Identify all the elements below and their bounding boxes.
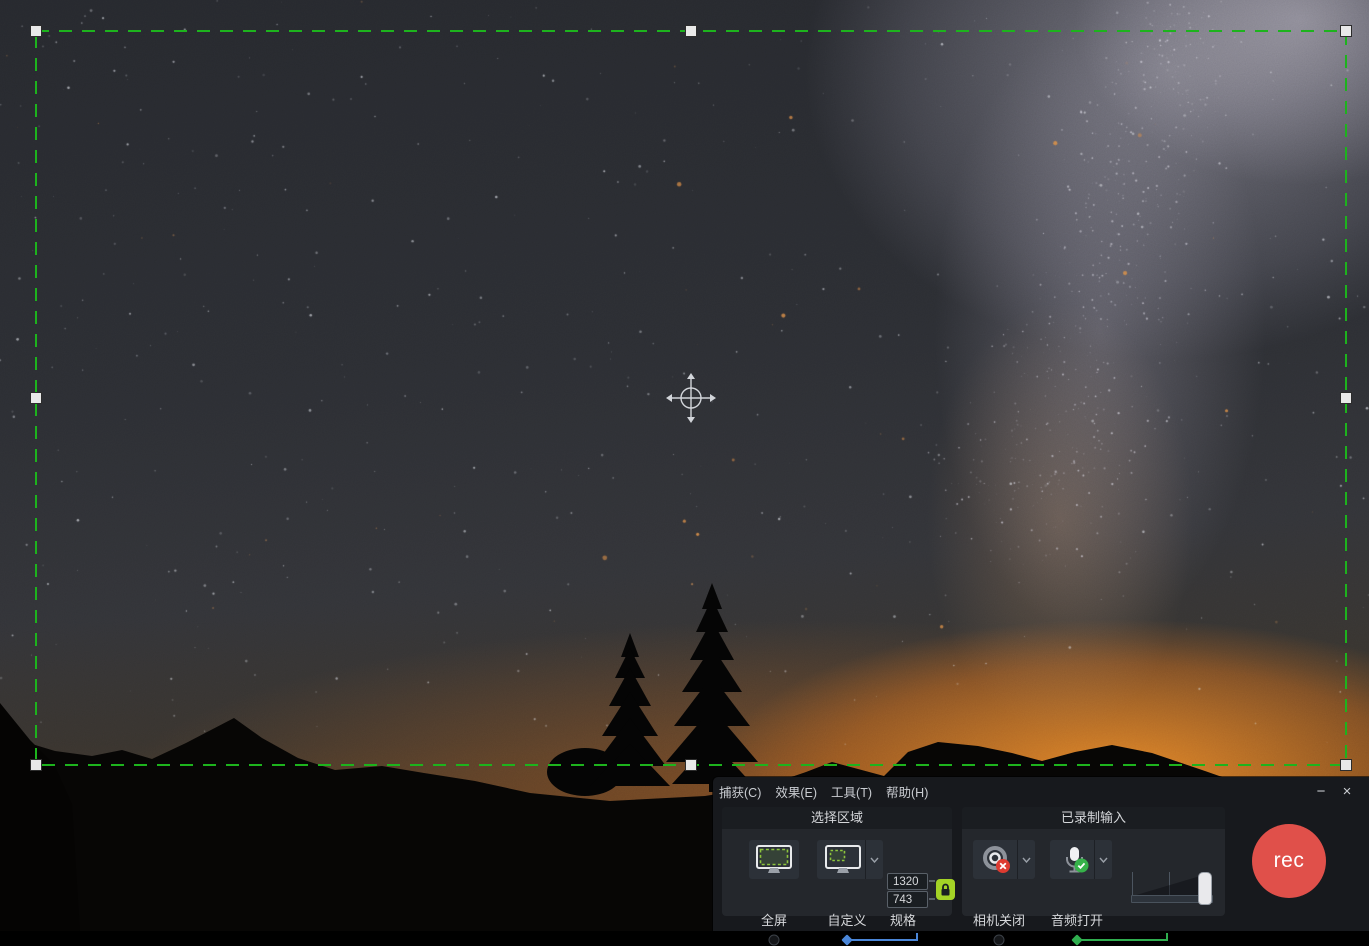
chevron-down-icon	[1099, 857, 1108, 863]
handle-top-middle[interactable]	[686, 26, 697, 37]
move-crosshair-icon[interactable]	[666, 373, 716, 423]
fullscreen-monitor-icon	[755, 844, 793, 876]
camera-indicator[interactable]	[994, 935, 1005, 946]
handle-bottom-left[interactable]	[31, 760, 42, 771]
camera-off-icon	[982, 845, 1012, 875]
minimize-button[interactable]: −	[1313, 784, 1329, 799]
custom-area-label: 自定义	[827, 910, 866, 929]
camera-status-label: 相机关闭	[973, 910, 1025, 929]
custom-area-button[interactable]	[817, 840, 883, 879]
audio-level-slider[interactable]	[1131, 870, 1213, 910]
handle-middle-left[interactable]	[31, 393, 42, 404]
recorded-inputs-section: 已录制输入 相机关闭	[962, 807, 1225, 916]
camera-toggle-button[interactable]	[973, 840, 1035, 879]
fullscreen-mode-indicator[interactable]	[769, 935, 780, 946]
custom-area-dropdown[interactable]	[865, 840, 883, 879]
menu-help[interactable]: 帮助(H)	[886, 782, 928, 801]
custom-monitor-icon	[824, 844, 862, 876]
indicator-connector-green	[1080, 939, 1168, 941]
close-button[interactable]: ×	[1339, 784, 1355, 799]
lock-aspect-button[interactable]	[936, 879, 955, 900]
width-input[interactable]	[887, 873, 928, 890]
chevron-down-icon	[1022, 857, 1031, 863]
menubar: 捕获(C) 效果(E) 工具(T) 帮助(H) − ×	[713, 777, 1369, 805]
handle-top-left[interactable]	[31, 26, 42, 37]
recorder-toolbar: 捕获(C) 效果(E) 工具(T) 帮助(H) − × 选择区域 全屏	[713, 777, 1369, 931]
dimensions-label: 规格	[890, 910, 916, 929]
menu-tools[interactable]: 工具(T)	[831, 782, 872, 801]
menu-capture[interactable]: 捕获(C)	[719, 782, 761, 801]
chevron-down-icon	[870, 857, 879, 863]
camera-dropdown[interactable]	[1017, 840, 1035, 879]
audio-status-label: 音频打开	[1051, 910, 1103, 929]
record-button[interactable]: rec	[1252, 824, 1326, 898]
indicator-tick-blue	[916, 933, 918, 940]
volume-slider-handle[interactable]	[1198, 872, 1212, 905]
microphone-on-icon	[1061, 845, 1091, 875]
recorded-inputs-title: 已录制输入	[962, 807, 1225, 829]
fullscreen-label: 全屏	[761, 910, 787, 929]
indicator-connector-blue	[850, 939, 918, 941]
select-area-title: 选择区域	[722, 807, 952, 829]
menu-effects[interactable]: 效果(E)	[775, 782, 817, 801]
fullscreen-button[interactable]	[749, 840, 799, 879]
audio-toggle-button[interactable]	[1050, 840, 1112, 879]
audio-dropdown[interactable]	[1094, 840, 1112, 879]
height-input[interactable]	[887, 891, 928, 908]
handle-top-right[interactable]	[1341, 26, 1352, 37]
handle-bottom-middle[interactable]	[686, 760, 697, 771]
select-area-section: 选择区域 全屏 自定义	[722, 807, 952, 916]
lock-icon	[940, 883, 951, 896]
volume-ramp	[1133, 874, 1207, 896]
handle-bottom-right[interactable]	[1341, 760, 1352, 771]
handle-middle-right[interactable]	[1341, 393, 1352, 404]
indicator-tick-green	[1166, 933, 1168, 940]
